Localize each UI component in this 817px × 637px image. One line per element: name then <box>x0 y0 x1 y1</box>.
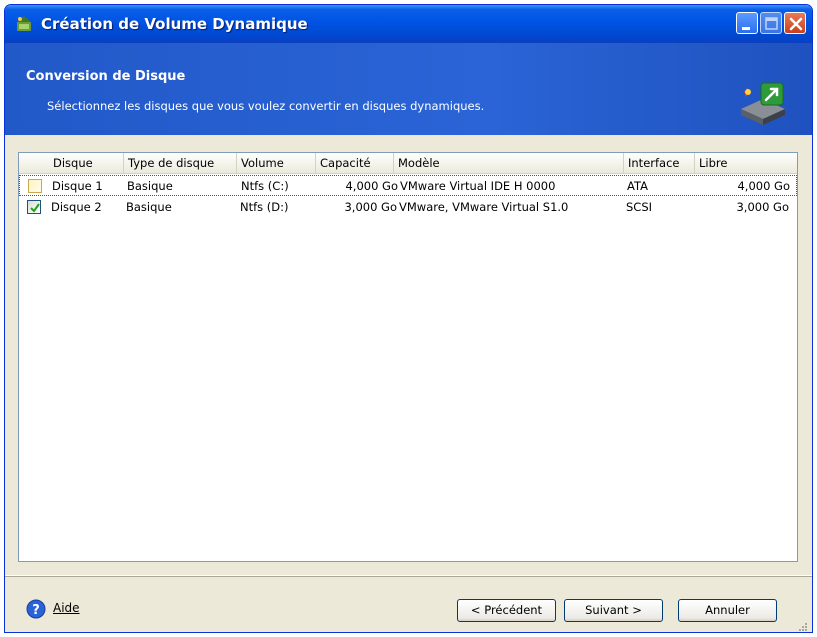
footer-divider <box>5 576 812 577</box>
page-title: Conversion de Disque <box>26 69 186 84</box>
column-header-capacity[interactable]: Capacité <box>316 153 394 173</box>
column-header-free[interactable]: Libre <box>695 153 797 173</box>
disk-model: VMware, VMware Virtual S1.0 <box>399 200 569 214</box>
help-link[interactable]: Aide <box>53 601 80 615</box>
disk-free: 4,000 Go <box>737 179 790 193</box>
minimize-button[interactable] <box>736 12 758 34</box>
minimize-icon <box>742 27 750 30</box>
column-header-disk[interactable]: Disque <box>19 153 124 173</box>
title-bar[interactable]: Création de Volume Dynamique <box>5 5 812 43</box>
disk-type: Basique <box>127 179 173 193</box>
checkmark-icon <box>30 203 40 213</box>
disk-volume: Ntfs (C:) <box>241 179 289 193</box>
list-header: Disque Type de disque Volume Capacité Mo… <box>19 153 797 174</box>
disk-interface: SCSI <box>626 200 653 214</box>
disk-list[interactable]: Disque Type de disque Volume Capacité Mo… <box>18 152 798 562</box>
column-header-interface[interactable]: Interface <box>624 153 695 173</box>
resize-grip-icon[interactable] <box>796 620 808 632</box>
cancel-button[interactable]: Annuler <box>678 599 777 622</box>
row-checkbox[interactable] <box>28 179 42 193</box>
table-row[interactable]: Disque 1 Basique Ntfs (C:) 4,000 Go VMwa… <box>19 175 797 196</box>
next-button[interactable]: Suivant > <box>564 599 663 622</box>
disk-capacity: 3,000 Go <box>344 200 397 214</box>
wizard-header: Conversion de Disque Sélectionnez les di… <box>5 43 812 135</box>
disk-name: Disque 2 <box>51 200 102 214</box>
row-checkbox[interactable] <box>27 200 41 214</box>
svg-text:?: ? <box>32 603 40 618</box>
window-title: Création de Volume Dynamique <box>41 15 308 33</box>
wizard-window: Création de Volume Dynamique Conversion … <box>4 4 813 633</box>
maximize-button[interactable] <box>760 12 782 34</box>
app-icon <box>17 16 31 31</box>
close-icon <box>789 17 803 31</box>
close-button[interactable] <box>784 12 806 34</box>
column-header-volume[interactable]: Volume <box>237 153 316 173</box>
disk-name: Disque 1 <box>52 179 103 193</box>
disk-conversion-icon <box>741 82 785 125</box>
page-subtitle: Sélectionnez les disques que vous voulez… <box>47 99 485 113</box>
disk-volume: Ntfs (D:) <box>240 200 289 214</box>
disk-type: Basique <box>126 200 172 214</box>
disk-free: 3,000 Go <box>736 200 789 214</box>
previous-button[interactable]: < Précédent <box>457 599 556 622</box>
table-row[interactable]: Disque 2 Basique Ntfs (D:) 3,000 Go VMwa… <box>19 197 797 218</box>
help-icon[interactable]: ? <box>26 599 46 619</box>
content-area: Disque Type de disque Volume Capacité Mo… <box>5 135 812 575</box>
disk-interface: ATA <box>627 179 648 193</box>
disk-capacity: 4,000 Go <box>345 179 398 193</box>
maximize-icon <box>765 17 778 30</box>
column-header-model[interactable]: Modèle <box>394 153 624 173</box>
disk-model: VMware Virtual IDE H 0000 <box>400 179 556 193</box>
column-header-type[interactable]: Type de disque <box>124 153 237 173</box>
wizard-footer: ? Aide < Précédent Suivant > Annuler <box>5 575 812 632</box>
